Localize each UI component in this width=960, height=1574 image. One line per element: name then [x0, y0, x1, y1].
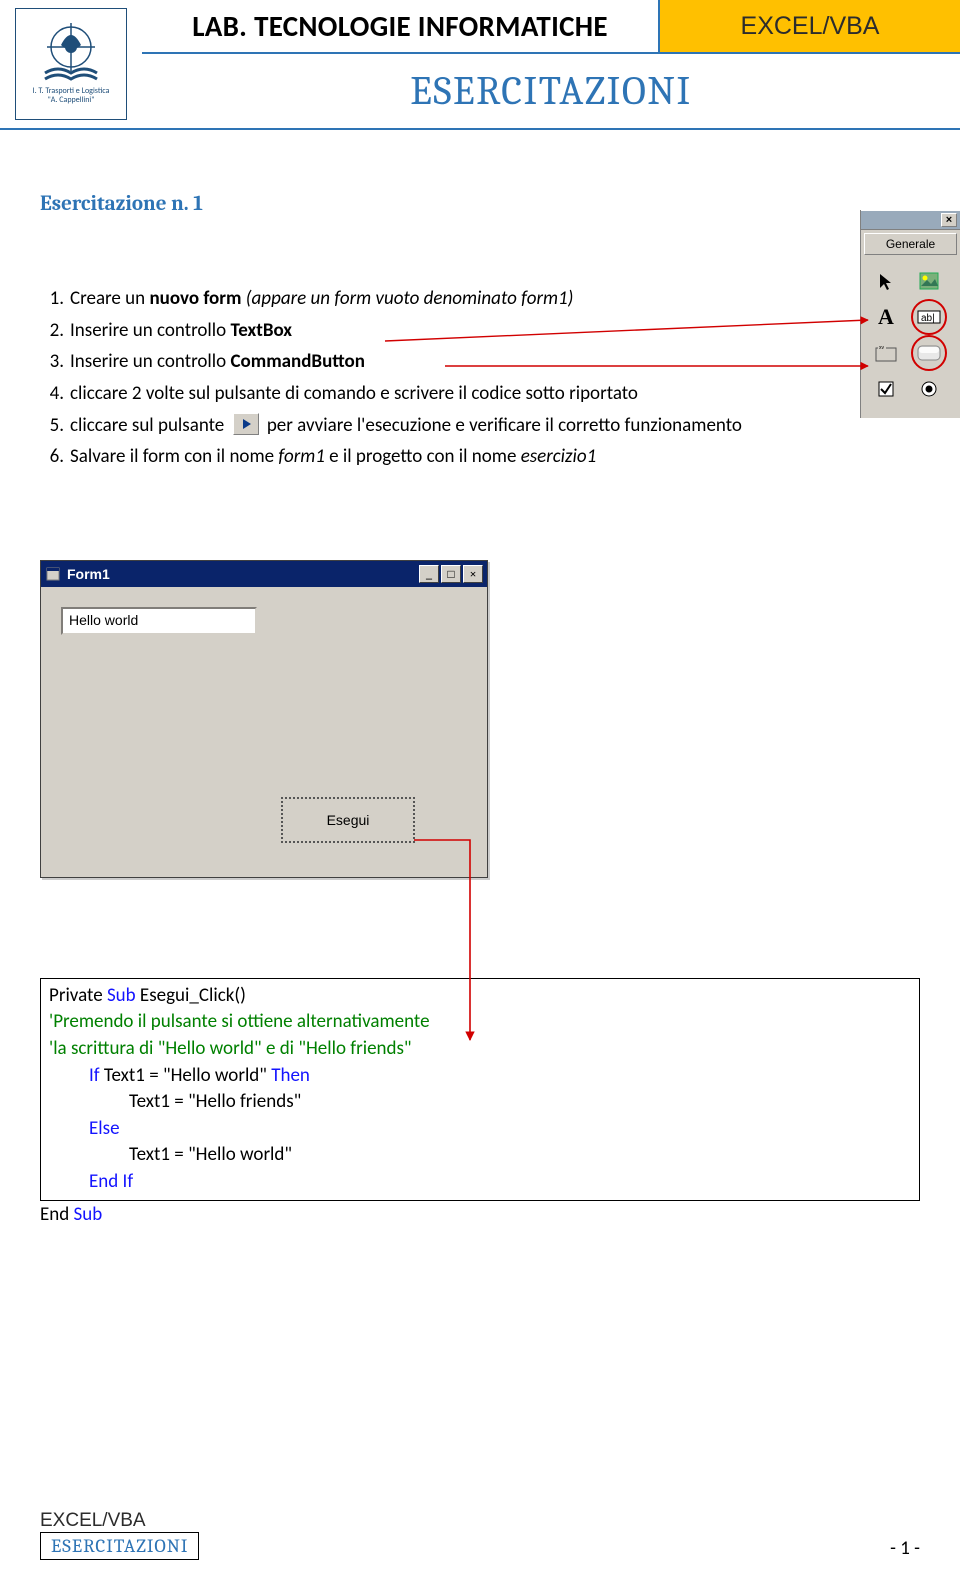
code-block: Private Sub Esegui_Click() 'Premendo il … [40, 978, 920, 1201]
school-logo: I. T. Trasporti e Logistica "A. Cappelli… [15, 8, 127, 120]
text: cliccare sul pulsante [70, 414, 229, 437]
code-comment: 'la scrittura di "Hello world" e di "Hel… [49, 1036, 911, 1063]
step-number: 6. [40, 444, 70, 470]
code-text: Esegui_Click() [136, 984, 246, 1007]
step-list: 1. Creare un nuovo form (appare un form … [40, 286, 920, 470]
code-text: End [40, 1203, 74, 1226]
toolbox-close-icon[interactable]: × [941, 213, 957, 227]
step-5: 5. cliccare sul pulsante per avviare l'e… [40, 413, 920, 439]
code-line: If Text1 = "Hello world" Then [49, 1063, 911, 1090]
code-line-endsub: End Sub [40, 1203, 920, 1226]
step-4: 4. cliccare 2 volte sul pulsante di coma… [40, 381, 920, 407]
vb-window: Form1 _ □ × Hello world Esegui [40, 560, 488, 878]
step-6: 6. Salvare il form con il nome form1 e i… [40, 444, 920, 470]
step-3: 3. Inserire un controllo CommandButton [40, 349, 920, 375]
run-icon [233, 413, 259, 435]
step-number: 2. [40, 318, 70, 344]
step-text: Salvare il form con il nome form1 e il p… [70, 444, 920, 470]
step-text: cliccare sul pulsante per avviare l'esec… [70, 413, 920, 439]
textbox-tool-icon[interactable]: ab| [914, 302, 944, 332]
step-number: 3. [40, 349, 70, 375]
exercise-heading: Esercitazione n. 1 [40, 192, 920, 216]
text-italic: form1 [278, 445, 325, 468]
text: Creare un [70, 287, 149, 310]
topic-badge: EXCEL/VBA [658, 0, 960, 54]
step-text: Inserire un controllo TextBox [70, 318, 920, 344]
text-italic: esercizio1 [521, 445, 597, 468]
document-header: I. T. Trasporti e Logistica "A. Cappelli… [0, 0, 960, 130]
text: Salvare il form con il nome [70, 445, 278, 468]
code-keyword: Sub [107, 984, 136, 1007]
step-text: Inserire un controllo CommandButton [70, 349, 920, 375]
svg-text:ab|: ab| [921, 313, 935, 324]
document-footer: EXCEL/VBA ESERCITAZIONI - 1 - [40, 1510, 920, 1560]
vb-form-body: Hello world Esegui [41, 587, 487, 877]
close-button[interactable]: × [463, 565, 483, 583]
vb-title-text: Form1 [67, 566, 110, 582]
code-comment: 'Premendo il pulsante si ottiene alterna… [49, 1009, 911, 1036]
minimize-button[interactable]: _ [419, 565, 439, 583]
commandbutton-tool-icon[interactable] [914, 338, 944, 368]
code-line: Text1 = "Hello friends" [49, 1089, 911, 1116]
esegui-button[interactable]: Esegui [281, 797, 415, 843]
pointer-tool-icon[interactable] [871, 266, 901, 296]
text-bold: CommandButton [230, 350, 365, 373]
maximize-button[interactable]: □ [441, 565, 461, 583]
optionbutton-tool-icon[interactable] [914, 374, 944, 404]
textbox-text1[interactable]: Hello world [61, 607, 257, 635]
step-2: 2. Inserire un controllo TextBox [40, 318, 920, 344]
text: per avviare l'esecuzione e verificare il… [263, 414, 742, 437]
logo-cell: I. T. Trasporti e Logistica "A. Cappelli… [0, 0, 142, 128]
picturebox-tool-icon[interactable] [914, 266, 944, 296]
toolbox-tab-general[interactable]: Generale [864, 233, 957, 255]
code-line: Private Sub Esegui_Click() [49, 983, 911, 1010]
footer-topic: EXCEL/VBA [40, 1510, 199, 1532]
step-1: 1. Creare un nuovo form (appare un form … [40, 286, 920, 312]
code-keyword: If [89, 1064, 100, 1087]
text: e il progetto con il nome [325, 445, 521, 468]
page-number: - 1 - [890, 1537, 920, 1560]
vb-titlebar: Form1 _ □ × [41, 561, 487, 587]
code-keyword: Else [49, 1116, 911, 1143]
text-bold: nuovo form [149, 287, 241, 310]
label-tool-icon[interactable]: A [871, 302, 901, 332]
step-text: Creare un nuovo form (appare un form vuo… [70, 286, 920, 312]
form-screenshot: Form1 _ □ × Hello world Esegui [40, 560, 920, 878]
form-icon [45, 566, 61, 582]
code-keyword: Sub [74, 1203, 103, 1226]
text-bold: TextBox [230, 319, 292, 342]
step-text: cliccare 2 volte sul pulsante di comando… [70, 381, 920, 407]
text-italic: (appare un form vuoto denominato form1) [246, 287, 574, 310]
frame-tool-icon[interactable]: xv [871, 338, 901, 368]
code-keyword: End If [49, 1169, 911, 1196]
step-number: 4. [40, 381, 70, 407]
code-line: Text1 = "Hello world" [49, 1142, 911, 1169]
step-number: 1. [40, 286, 70, 312]
text: Inserire un controllo [70, 319, 230, 342]
toolbox-titlebar: × [861, 210, 960, 230]
code-text: Private [49, 984, 107, 1007]
toolbox-panel: × Generale A ab| xv [860, 210, 960, 418]
document-subtitle: ESERCITAZIONI [142, 54, 960, 128]
text: Inserire un controllo [70, 350, 230, 373]
code-keyword: Then [271, 1064, 310, 1087]
checkbox-tool-icon[interactable] [871, 374, 901, 404]
footer-subtitle: ESERCITAZIONI [40, 1532, 199, 1560]
step-number: 5. [40, 413, 70, 439]
text: cliccare 2 volte sul pulsante di comando… [70, 382, 638, 405]
logo-caption-2: "A. Cappellini" [48, 95, 95, 105]
document-title: LAB. TECNOLOGIE INFORMATICHE [142, 0, 658, 54]
code-text: Text1 = "Hello world" [100, 1064, 272, 1087]
svg-text:xv: xv [879, 345, 885, 351]
